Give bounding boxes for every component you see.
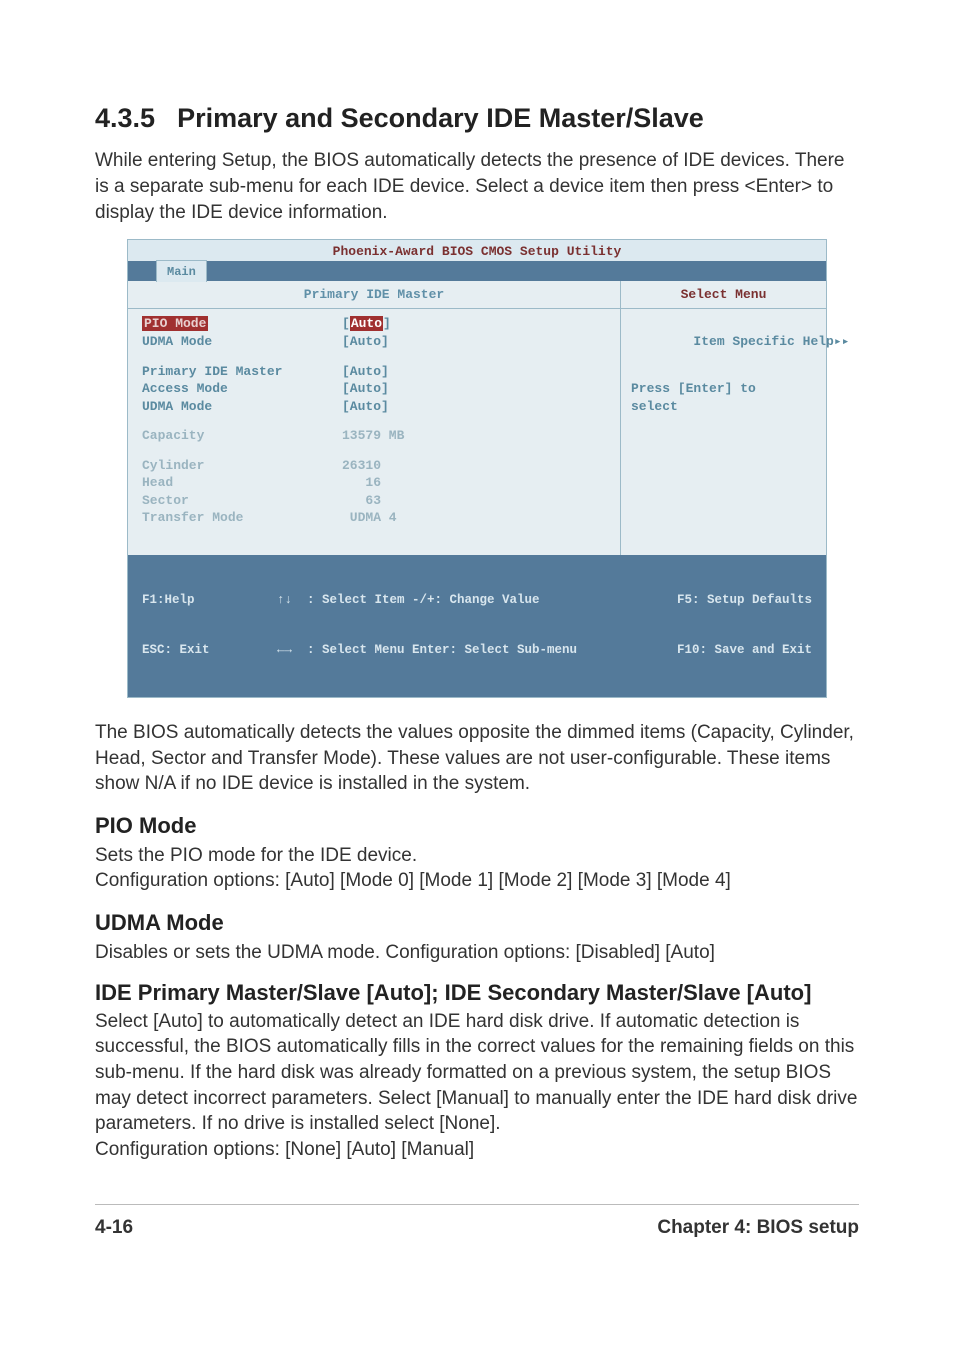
bios-settings-panel: PIO Mode [Auto] UDMA Mode [Auto] Primary… — [128, 309, 621, 554]
bios-help-panel: Item Specific Help▸▸ Press [Enter] to se… — [621, 309, 826, 554]
arrow-right-icon: ▸▸ — [834, 334, 850, 349]
bios-panel-header: Primary IDE Master Select Menu — [128, 281, 826, 310]
bios-tab-main[interactable]: Main — [156, 260, 207, 282]
bios-row-primary-ide-master[interactable]: Primary IDE Master [Auto] — [142, 363, 606, 381]
intro-paragraph: While entering Setup, the BIOS automatic… — [95, 148, 859, 225]
bios-utility-title: Phoenix-Award BIOS CMOS Setup Utility — [128, 240, 826, 261]
bios-label: UDMA Mode — [142, 398, 342, 416]
pio-mode-config: Configuration options: [Auto] [Mode 0] [… — [95, 868, 859, 894]
bios-row-capacity: Capacity 13579 MB — [142, 427, 606, 445]
bios-footer: F1:Help ESC: Exit ↑↓ : Select Item ←→ : … — [128, 555, 826, 697]
bios-key-esc: ESC: Exit — [142, 642, 277, 659]
bios-label: Cylinder — [142, 457, 342, 475]
page-footer: 4-16 Chapter 4: BIOS setup — [95, 1204, 859, 1241]
bios-value: 16 — [342, 474, 381, 492]
bios-row-sector: Sector 63 — [142, 492, 606, 510]
bios-tab-row: Main — [128, 261, 826, 281]
bios-label: PIO Mode — [142, 316, 208, 331]
after-bios-paragraph: The BIOS automatically detects the value… — [95, 720, 859, 797]
bios-value: 63 — [342, 492, 381, 510]
bios-label: UDMA Mode — [142, 333, 342, 351]
bios-value: Auto — [350, 316, 383, 331]
bios-key-f10: F10: Save and Exit — [677, 642, 812, 659]
chapter-label: Chapter 4: BIOS setup — [657, 1215, 859, 1241]
bios-key-f5: F5: Setup Defaults — [677, 592, 812, 609]
section-heading: 4.3.5 Primary and Secondary IDE Master/Sl… — [95, 100, 859, 136]
bios-value: [Auto] — [342, 333, 389, 351]
bios-row-head: Head 16 — [142, 474, 606, 492]
ide-master-slave-text: Select [Auto] to automatically detect an… — [95, 1009, 859, 1137]
bios-value: [Auto] — [342, 363, 389, 381]
bios-row-access-mode[interactable]: Access Mode [Auto] — [142, 380, 606, 398]
ide-master-slave-config: Configuration options: [None] [Auto] [Ma… — [95, 1137, 859, 1163]
udma-mode-heading: UDMA Mode — [95, 908, 859, 938]
bios-label: Sector — [142, 492, 342, 510]
bios-row-cylinder: Cylinder 26310 — [142, 457, 606, 475]
pio-mode-heading: PIO Mode — [95, 811, 859, 841]
bios-key-f1: F1:Help — [142, 592, 277, 609]
bios-help-text: Press [Enter] to — [631, 380, 816, 398]
bios-value: UDMA 4 — [342, 509, 397, 527]
section-title-text: Primary and Secondary IDE Master/Slave — [177, 103, 704, 133]
bios-key-arrows-v: ↑↓ : Select Item — [277, 592, 412, 609]
bios-panel-title: Primary IDE Master — [128, 281, 621, 310]
bios-key-arrows-h: ←→ : Select Menu — [277, 642, 412, 659]
bios-label: Capacity — [142, 427, 342, 445]
section-number: 4.3.5 — [95, 103, 155, 133]
bios-label: Head — [142, 474, 342, 492]
bios-help-text: select — [631, 398, 816, 416]
bios-value: 13579 MB — [342, 427, 404, 445]
bios-row-pio-mode[interactable]: PIO Mode [Auto] — [142, 315, 606, 333]
bios-key-enter: Enter: Select Sub-menu — [412, 642, 677, 659]
udma-mode-text: Disables or sets the UDMA mode. Configur… — [95, 940, 859, 966]
bios-row-transfer-mode: Transfer Mode UDMA 4 — [142, 509, 606, 527]
page-number: 4-16 — [95, 1215, 133, 1241]
bios-help-header: Item Specific Help — [693, 334, 833, 349]
bios-value: [Auto] — [342, 398, 389, 416]
bios-label: Access Mode — [142, 380, 342, 398]
bios-value: [Auto] — [342, 380, 389, 398]
ide-master-slave-heading: IDE Primary Master/Slave [Auto]; IDE Sec… — [95, 979, 859, 1007]
bios-key-change: -/+: Change Value — [412, 592, 677, 609]
bios-row-udma-mode[interactable]: UDMA Mode [Auto] — [142, 333, 606, 351]
bios-label: Primary IDE Master — [142, 363, 342, 381]
pio-mode-text: Sets the PIO mode for the IDE device. — [95, 843, 859, 869]
bios-select-menu-title: Select Menu — [621, 281, 826, 310]
bios-label: Transfer Mode — [142, 509, 342, 527]
bios-screenshot: Phoenix-Award BIOS CMOS Setup Utility Ma… — [127, 239, 827, 698]
bios-value: 26310 — [342, 457, 381, 475]
bios-row-udma-mode-2[interactable]: UDMA Mode [Auto] — [142, 398, 606, 416]
